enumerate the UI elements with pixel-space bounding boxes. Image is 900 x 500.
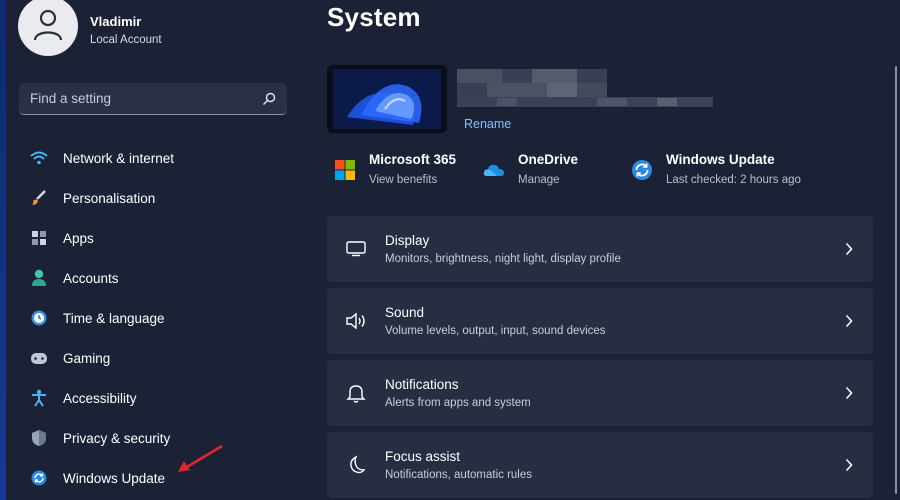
person-avatar-icon — [33, 9, 63, 41]
sidebar-item-apps[interactable]: Apps — [0, 218, 300, 258]
settings-cards: Display Monitors, brightness, night ligh… — [327, 216, 873, 500]
device-wallpaper-thumbnail — [327, 65, 447, 133]
card-notifications[interactable]: Notifications Alerts from apps and syste… — [327, 360, 873, 426]
card-subtitle: Alerts from apps and system — [385, 397, 531, 409]
apps-icon — [30, 229, 48, 247]
card-title: Display — [385, 233, 430, 248]
sidebar-item-accounts[interactable]: Accounts — [0, 258, 300, 298]
sidebar: Vladimir Local Account Find a setting Ne… — [0, 0, 300, 500]
user-name: Vladimir — [90, 14, 142, 29]
quick-link-microsoft-365[interactable]: Microsoft 365 View benefits — [334, 152, 456, 186]
card-title: Sound — [385, 305, 425, 320]
sidebar-item-personalisation[interactable]: Personalisation — [0, 178, 300, 218]
moon-icon — [344, 454, 368, 476]
quick-link-title: Microsoft 365 — [369, 152, 457, 167]
windows-update-icon — [632, 160, 652, 180]
card-title: Notifications — [385, 377, 459, 392]
chevron-right-icon — [845, 386, 853, 400]
quick-link-subtitle: View benefits — [369, 174, 438, 186]
sidebar-item-label: Windows Update — [63, 470, 166, 486]
sidebar-item-gaming[interactable]: Gaming — [0, 338, 300, 378]
card-focus-assist[interactable]: Focus assist Notifications, automatic ru… — [327, 432, 873, 498]
brush-icon — [30, 189, 48, 207]
card-subtitle: Volume levels, output, input, sound devi… — [385, 325, 606, 337]
sidebar-item-label: Time & language — [63, 310, 165, 326]
sidebar-item-accessibility[interactable]: Accessibility — [0, 378, 300, 418]
card-display[interactable]: Display Monitors, brightness, night ligh… — [327, 216, 873, 282]
sidebar-item-label: Apps — [63, 230, 94, 246]
quick-link-subtitle: Last checked: 2 hours ago — [666, 174, 801, 186]
scrollbar[interactable] — [895, 66, 897, 494]
quick-link-title: OneDrive — [518, 152, 579, 167]
sidebar-item-time-language[interactable]: Time & language — [0, 298, 300, 338]
sidebar-item-label: Gaming — [63, 350, 111, 366]
quick-link-windows-update[interactable]: Windows Update Last checked: 2 hours ago — [631, 152, 801, 186]
page-title: System — [327, 2, 421, 32]
search-input[interactable]: Find a setting — [19, 83, 287, 115]
user-profile[interactable]: Vladimir Local Account — [18, 0, 162, 56]
bell-icon — [344, 382, 368, 404]
chevron-right-icon — [845, 242, 853, 256]
update-icon — [30, 469, 48, 487]
sidebar-nav: Network & internet Personalisation Apps … — [0, 138, 300, 498]
display-icon — [344, 238, 368, 260]
card-subtitle: Monitors, brightness, night light, displ… — [385, 253, 621, 265]
wifi-icon — [30, 149, 48, 167]
card-sound[interactable]: Sound Volume levels, output, input, soun… — [327, 288, 873, 354]
rename-link[interactable]: Rename — [464, 117, 511, 131]
clock-globe-icon — [30, 309, 48, 327]
sidebar-item-label: Network & internet — [63, 150, 175, 166]
sidebar-item-network[interactable]: Network & internet — [0, 138, 300, 178]
card-title: Focus assist — [385, 449, 461, 464]
shield-icon — [30, 429, 48, 447]
sidebar-item-label: Privacy & security — [63, 430, 171, 446]
search-icon — [263, 92, 276, 105]
quick-link-subtitle: Manage — [518, 174, 560, 186]
gamepad-icon — [30, 349, 48, 367]
chevron-right-icon — [845, 458, 853, 472]
card-subtitle: Notifications, automatic rules — [385, 469, 533, 481]
person-icon — [30, 269, 48, 287]
account-type: Local Account — [90, 34, 162, 46]
sidebar-item-label: Accessibility — [63, 390, 137, 406]
device-name-redacted — [457, 69, 713, 107]
sidebar-item-label: Accounts — [63, 270, 119, 286]
accessibility-icon — [30, 389, 48, 407]
main-content: System Rename Microsoft 365 View benefit… — [300, 0, 900, 500]
speaker-icon — [344, 310, 368, 332]
quick-link-onedrive[interactable]: OneDrive Manage — [483, 152, 578, 186]
annotation-arrow-icon — [178, 444, 223, 472]
sidebar-item-label: Personalisation — [63, 190, 156, 206]
chevron-right-icon — [845, 314, 853, 328]
avatar — [18, 0, 78, 56]
quick-link-title: Windows Update — [666, 152, 775, 167]
onedrive-icon — [483, 164, 504, 176]
search-placeholder: Find a setting — [30, 91, 112, 106]
microsoft-365-icon — [335, 160, 355, 180]
sidebar-item-windows-update[interactable]: Windows Update — [0, 458, 300, 498]
sidebar-item-privacy-security[interactable]: Privacy & security — [0, 418, 300, 458]
